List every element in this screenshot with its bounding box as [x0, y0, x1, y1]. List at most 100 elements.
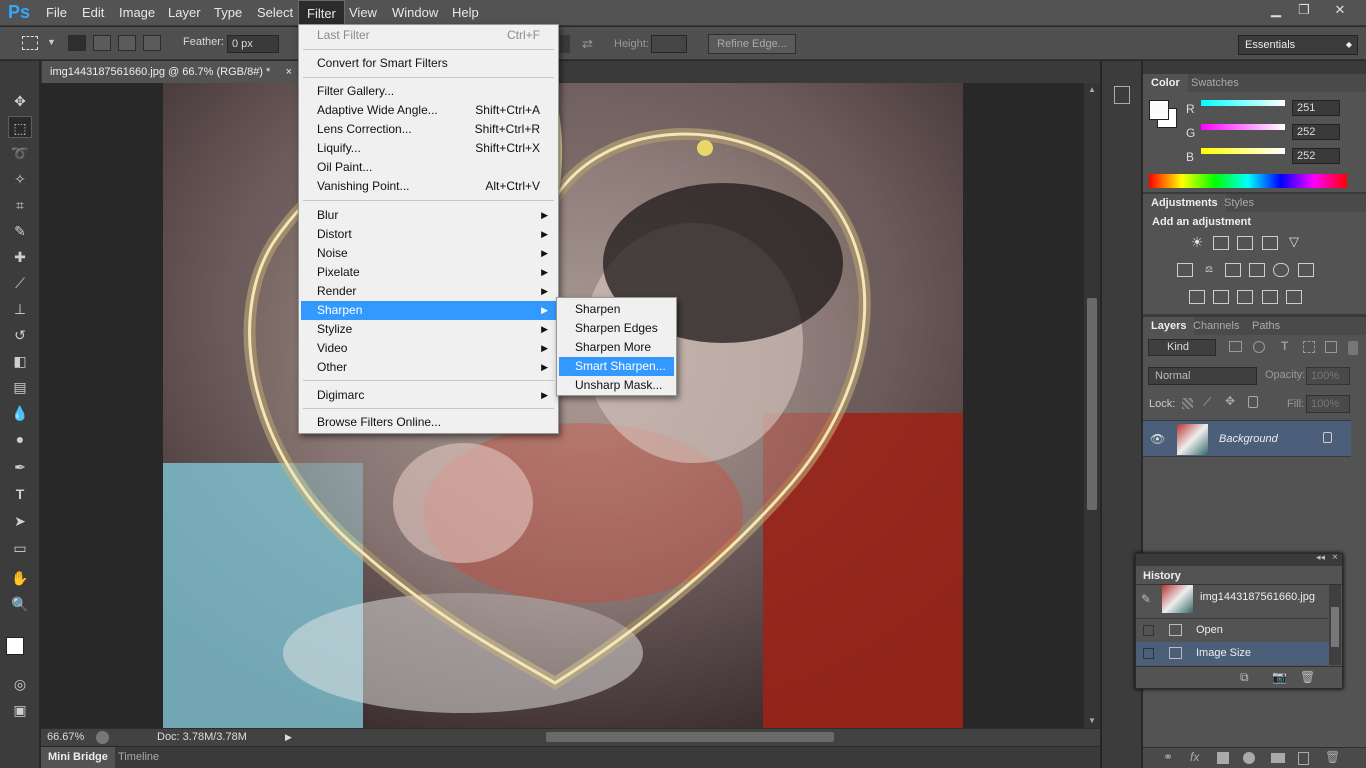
menu-item-video[interactable]: Video ▶: [301, 339, 556, 358]
menu-item-other[interactable]: Other ▶: [301, 358, 556, 377]
close-window-button[interactable]: ✕: [1326, 2, 1354, 19]
channel-g-slider[interactable]: [1201, 124, 1285, 130]
link-layers-icon[interactable]: ⚭: [1163, 750, 1173, 764]
filter-adjustment-icon[interactable]: [1253, 341, 1265, 353]
menu-item-vanishing-point[interactable]: Vanishing Point... Alt+Ctrl+V: [301, 177, 556, 196]
snapshot-camera-icon[interactable]: 📷: [1272, 670, 1287, 684]
exposure-icon[interactable]: [1262, 236, 1278, 250]
marquee-tool-icon[interactable]: ⬚: [8, 116, 32, 138]
history-checkbox[interactable]: [1143, 625, 1154, 636]
filter-pixel-icon[interactable]: [1229, 341, 1242, 352]
foreground-color-swatch[interactable]: [6, 637, 24, 655]
pen-tool-icon[interactable]: ✒: [8, 456, 32, 478]
menu-item-stylize[interactable]: Stylize ▶: [301, 320, 556, 339]
quick-select-tool-icon[interactable]: ✧: [8, 168, 32, 190]
gradient-tool-icon[interactable]: ▤: [8, 376, 32, 398]
submenu-item-unsharp-mask[interactable]: Unsharp Mask...: [559, 376, 674, 395]
menu-item-pixelate[interactable]: Pixelate ▶: [301, 263, 556, 282]
color-balance-icon[interactable]: ⚖: [1201, 263, 1217, 277]
menu-item-digimarc[interactable]: Digimarc ▶: [301, 386, 556, 405]
submenu-item-sharpen-edges[interactable]: Sharpen Edges: [559, 319, 674, 338]
filter-shape-icon[interactable]: [1303, 341, 1315, 353]
history-titlebar[interactable]: ◂◂ ×: [1136, 552, 1342, 566]
filter-smart-object-icon[interactable]: [1325, 341, 1337, 353]
zoom-level[interactable]: 66.67%: [47, 729, 84, 746]
menu-view[interactable]: View: [341, 0, 385, 26]
menu-select[interactable]: Select: [249, 0, 301, 26]
photo-filter-icon[interactable]: [1249, 263, 1265, 277]
channel-mixer-icon[interactable]: [1273, 263, 1289, 277]
lock-position-icon[interactable]: ✥: [1225, 394, 1235, 408]
blur-tool-icon[interactable]: 💧: [8, 402, 32, 424]
refine-edge-button[interactable]: Refine Edge...: [708, 34, 796, 54]
healing-brush-icon[interactable]: ✚: [8, 246, 32, 268]
channel-r-slider[interactable]: [1201, 100, 1285, 106]
chevron-down-icon[interactable]: ▼: [47, 37, 56, 47]
lasso-tool-icon[interactable]: ➰: [8, 142, 32, 164]
tab-color[interactable]: Color: [1143, 74, 1188, 92]
hue-sat-icon[interactable]: [1177, 263, 1193, 277]
hand-tool-icon[interactable]: ✋: [8, 567, 32, 589]
vibrance-icon[interactable]: ▽: [1286, 235, 1302, 250]
tab-swatches[interactable]: Swatches: [1183, 74, 1247, 92]
close-panel-icon[interactable]: ×: [1332, 552, 1338, 563]
history-state-image-size[interactable]: Image Size: [1136, 642, 1329, 665]
layer-kind-filter[interactable]: Kind: [1148, 339, 1216, 356]
tab-timeline[interactable]: Timeline: [118, 747, 159, 768]
menu-item-sharpen[interactable]: Sharpen ▶: [301, 301, 556, 320]
collapse-icon[interactable]: ◂◂: [1316, 552, 1325, 563]
menu-window[interactable]: Window: [384, 0, 446, 26]
tab-adjustments[interactable]: Adjustments: [1143, 194, 1226, 212]
crop-tool-icon[interactable]: ⌗: [8, 194, 32, 216]
menu-filter[interactable]: Filter: [298, 0, 345, 26]
menu-item-convert-smart-filters[interactable]: Convert for Smart Filters: [301, 54, 556, 73]
history-scroll-thumb[interactable]: [1331, 607, 1339, 647]
invert-icon[interactable]: [1189, 290, 1205, 304]
delete-state-icon[interactable]: 🗑: [1300, 670, 1315, 684]
visibility-eye-icon[interactable]: 👁: [1150, 432, 1165, 446]
opacity-input[interactable]: 100%: [1306, 367, 1350, 385]
status-menu-icon[interactable]: ▶: [285, 729, 292, 746]
menu-image[interactable]: Image: [111, 0, 163, 26]
foreground-swatch[interactable]: [1149, 100, 1169, 120]
lock-transparency-icon[interactable]: [1182, 398, 1193, 409]
filter-type-icon[interactable]: T: [1281, 339, 1288, 353]
subtract-selection-icon[interactable]: [118, 35, 136, 51]
properties-icon[interactable]: [1114, 86, 1130, 104]
new-selection-icon[interactable]: [68, 35, 86, 51]
color-lookup-icon[interactable]: [1298, 263, 1314, 277]
blend-mode-dropdown[interactable]: Normal: [1148, 367, 1257, 385]
quick-mask-icon[interactable]: ◎: [8, 673, 32, 695]
history-brush-icon[interactable]: ↺: [8, 324, 32, 346]
threshold-icon[interactable]: [1237, 290, 1253, 304]
new-document-from-state-icon[interactable]: ⧉: [1240, 670, 1249, 685]
tab-styles[interactable]: Styles: [1216, 194, 1262, 212]
eyedropper-tool-icon[interactable]: ✎: [8, 220, 32, 242]
minimize-button[interactable]: ▁: [1262, 2, 1290, 19]
channel-b-slider[interactable]: [1201, 148, 1285, 154]
scroll-thumb[interactable]: [1087, 298, 1097, 510]
color-spectrum[interactable]: [1149, 174, 1347, 188]
filter-toggle-icon[interactable]: [1348, 341, 1358, 355]
lock-pixels-icon[interactable]: ⟋: [1203, 395, 1211, 410]
fx-icon[interactable]: fx: [1190, 750, 1199, 764]
channel-r-input[interactable]: 251: [1292, 100, 1340, 116]
menu-item-liquify[interactable]: Liquify... Shift+Ctrl+X: [301, 139, 556, 158]
menu-item-browse-filters-online[interactable]: Browse Filters Online...: [301, 413, 556, 432]
menu-type[interactable]: Type: [206, 0, 250, 26]
menu-help[interactable]: Help: [444, 0, 487, 26]
menu-item-noise[interactable]: Noise ▶: [301, 244, 556, 263]
menu-item-blur[interactable]: Blur ▶: [301, 206, 556, 225]
intersect-selection-icon[interactable]: [143, 35, 161, 51]
menu-item-adaptive-wide-angle[interactable]: Adaptive Wide Angle... Shift+Ctrl+A: [301, 101, 556, 120]
path-select-tool-icon[interactable]: ➤: [8, 510, 32, 532]
history-tab[interactable]: History: [1138, 568, 1186, 584]
scroll-up-icon[interactable]: ▲: [1088, 85, 1096, 94]
menu-item-filter-gallery[interactable]: Filter Gallery...: [301, 82, 556, 101]
selective-color-icon[interactable]: [1262, 290, 1278, 304]
height-input[interactable]: [651, 35, 687, 53]
lock-all-icon[interactable]: [1248, 396, 1258, 408]
feather-input[interactable]: 0 px: [227, 35, 279, 53]
type-tool-icon[interactable]: T: [8, 483, 32, 505]
menu-item-oil-paint[interactable]: Oil Paint...: [301, 158, 556, 177]
